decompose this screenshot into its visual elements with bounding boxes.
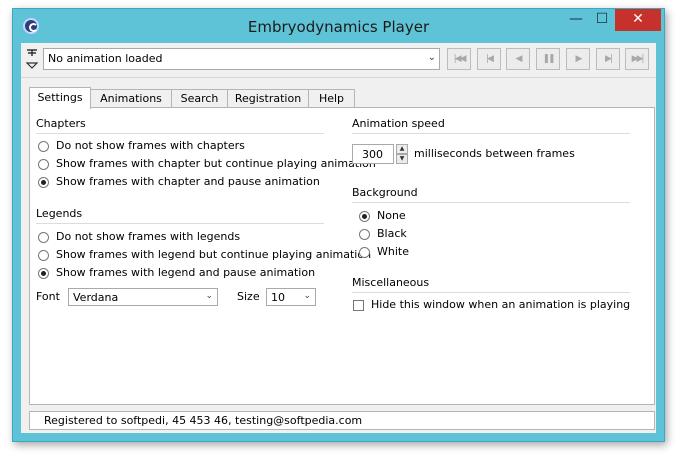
maximize-button[interactable]: ☐ bbox=[589, 9, 615, 31]
chapters-option-label: Do not show frames with chapters bbox=[56, 139, 245, 152]
radio-button[interactable] bbox=[38, 250, 49, 261]
speed-input-value: 300 bbox=[362, 148, 383, 161]
radio-button[interactable] bbox=[38, 159, 49, 170]
radio-button[interactable] bbox=[359, 229, 370, 240]
play-icon: ▶ bbox=[575, 54, 583, 64]
background-option-label: Black bbox=[377, 227, 407, 240]
background-option-label: White bbox=[377, 245, 409, 258]
tab-help[interactable]: Help bbox=[308, 89, 355, 108]
legends-option-label: Show frames with legend and pause animat… bbox=[56, 266, 316, 279]
filter-icon[interactable] bbox=[25, 47, 39, 71]
app-window: Embryodynamics Player — ☐ ✕ No animation… bbox=[12, 8, 665, 442]
chapters-option-label: Show frames with chapter and pause anima… bbox=[56, 175, 320, 188]
misc-divider bbox=[352, 292, 630, 293]
first-icon: |◀◀ bbox=[453, 54, 467, 64]
misc-title: Miscellaneous bbox=[352, 276, 430, 289]
tab-registration[interactable]: Registration bbox=[227, 89, 309, 108]
speed-unit-label: milliseconds between frames bbox=[414, 147, 575, 160]
hide-window-label: Hide this window when an animation is pl… bbox=[371, 298, 631, 311]
size-label: Size bbox=[237, 290, 260, 303]
client-area: No animation loaded ⌄ |◀◀ |◀ ◀ ❚❚ ▶ ▶| ▶… bbox=[21, 43, 656, 433]
chapters-option-label: Show frames with chapter but continue pl… bbox=[56, 157, 376, 170]
status-bar: Registered to softpedi, 45 453 46, testi… bbox=[29, 411, 655, 430]
spin-down-icon[interactable]: ▼ bbox=[396, 154, 408, 164]
radio-button[interactable] bbox=[38, 177, 49, 188]
last-frame-button[interactable]: ▶▶| bbox=[625, 48, 649, 70]
font-label: Font bbox=[36, 290, 60, 303]
size-select[interactable]: 10 ⌄ bbox=[266, 288, 316, 306]
play-button[interactable]: ▶ bbox=[566, 48, 590, 70]
legends-option-label: Do not show frames with legends bbox=[56, 230, 241, 243]
step-back-icon: ◀ bbox=[515, 54, 523, 64]
legends-divider bbox=[36, 223, 324, 224]
speed-divider bbox=[352, 133, 630, 134]
tab-search[interactable]: Search bbox=[171, 89, 228, 108]
animation-select[interactable]: No animation loaded ⌄ bbox=[43, 48, 440, 70]
font-select[interactable]: Verdana ⌄ bbox=[68, 288, 218, 306]
spin-up-icon[interactable]: ▲ bbox=[396, 144, 408, 154]
last-icon: ▶▶| bbox=[631, 54, 645, 64]
font-select-value: Verdana bbox=[73, 291, 119, 304]
chevron-down-icon: ⌄ bbox=[205, 291, 213, 301]
radio-button[interactable] bbox=[359, 247, 370, 258]
step-back-button[interactable]: ◀ bbox=[506, 48, 530, 70]
settings-panel: Chapters Do not show frames with chapter… bbox=[29, 107, 655, 405]
prev-chapter-button[interactable]: |◀ bbox=[477, 48, 501, 70]
pause-icon: ❚❚ bbox=[542, 54, 555, 64]
radio-button[interactable] bbox=[38, 141, 49, 152]
chevron-down-icon: ⌄ bbox=[427, 52, 436, 63]
legends-title: Legends bbox=[36, 207, 83, 220]
speed-title: Animation speed bbox=[352, 117, 445, 130]
tab-settings[interactable]: Settings bbox=[29, 87, 91, 109]
pause-button[interactable]: ❚❚ bbox=[536, 48, 560, 70]
speed-stepper[interactable]: ▲ ▼ bbox=[396, 144, 408, 164]
chevron-down-icon: ⌄ bbox=[303, 291, 311, 301]
chapters-title: Chapters bbox=[36, 117, 86, 130]
tab-animations[interactable]: Animations bbox=[90, 89, 172, 108]
registration-status: Registered to softpedi, 45 453 46, testi… bbox=[44, 414, 363, 427]
minimize-button[interactable]: — bbox=[563, 9, 589, 31]
next-chapter-icon: ▶| bbox=[605, 54, 613, 64]
prev-chapter-icon: |◀ bbox=[486, 54, 494, 64]
radio-button[interactable] bbox=[359, 211, 370, 222]
background-divider bbox=[352, 202, 630, 203]
close-button[interactable]: ✕ bbox=[615, 9, 661, 31]
size-select-value: 10 bbox=[271, 291, 285, 304]
radio-button[interactable] bbox=[38, 268, 49, 279]
background-option-label: None bbox=[377, 209, 406, 222]
background-title: Background bbox=[352, 186, 418, 199]
first-frame-button[interactable]: |◀◀ bbox=[447, 48, 471, 70]
animation-select-value: No animation loaded bbox=[48, 52, 163, 65]
chapters-divider bbox=[36, 133, 324, 134]
player-toolbar: No animation loaded ⌄ |◀◀ |◀ ◀ ❚❚ ▶ ▶| ▶… bbox=[21, 43, 656, 78]
title-bar[interactable]: Embryodynamics Player — ☐ ✕ bbox=[13, 9, 664, 43]
next-chapter-button[interactable]: ▶| bbox=[596, 48, 620, 70]
legends-option-label: Show frames with legend but continue pla… bbox=[56, 248, 372, 261]
checkbox[interactable] bbox=[353, 300, 364, 311]
radio-button[interactable] bbox=[38, 232, 49, 243]
speed-input[interactable]: 300 bbox=[352, 144, 394, 164]
